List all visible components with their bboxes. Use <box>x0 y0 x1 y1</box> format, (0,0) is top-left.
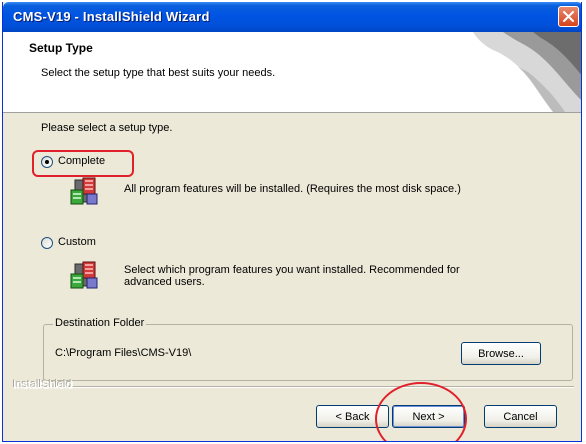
custom-radio[interactable] <box>41 237 53 249</box>
cancel-button[interactable]: Cancel <box>484 405 557 428</box>
installer-window: CMS-V19 - InstallShield Wizard Setup Typ… <box>2 2 582 442</box>
brand-label: InstallShield <box>13 379 73 391</box>
window-title: CMS-V19 - InstallShield Wizard <box>13 9 210 24</box>
header-graphic <box>473 32 581 112</box>
custom-description-line2: advanced users. <box>124 276 205 288</box>
browse-button[interactable]: Browse... <box>461 342 541 365</box>
page-title: Setup Type <box>29 41 93 55</box>
wizard-header: Setup Type Select the setup type that be… <box>3 32 581 113</box>
complete-label[interactable]: Complete <box>58 155 105 167</box>
brand-divider <box>69 386 574 388</box>
annotation-circle <box>375 382 467 441</box>
title-bar[interactable]: CMS-V19 - InstallShield Wizard <box>3 2 581 32</box>
destination-legend: Destination Folder <box>53 317 147 329</box>
page-subtitle: Select the setup type that best suits yo… <box>41 67 276 79</box>
close-button[interactable] <box>558 6 579 27</box>
custom-label[interactable]: Custom <box>58 236 96 248</box>
complete-description: All program features will be installed. … <box>124 183 461 195</box>
close-icon <box>563 11 574 22</box>
complete-radio[interactable] <box>41 156 53 168</box>
custom-description-line1: Select which program features you want i… <box>124 264 460 276</box>
package-icon <box>70 177 98 205</box>
setup-prompt: Please select a setup type. <box>41 122 173 134</box>
package-icon <box>70 261 98 289</box>
destination-path: C:\Program Files\CMS-V19\ <box>55 347 192 359</box>
